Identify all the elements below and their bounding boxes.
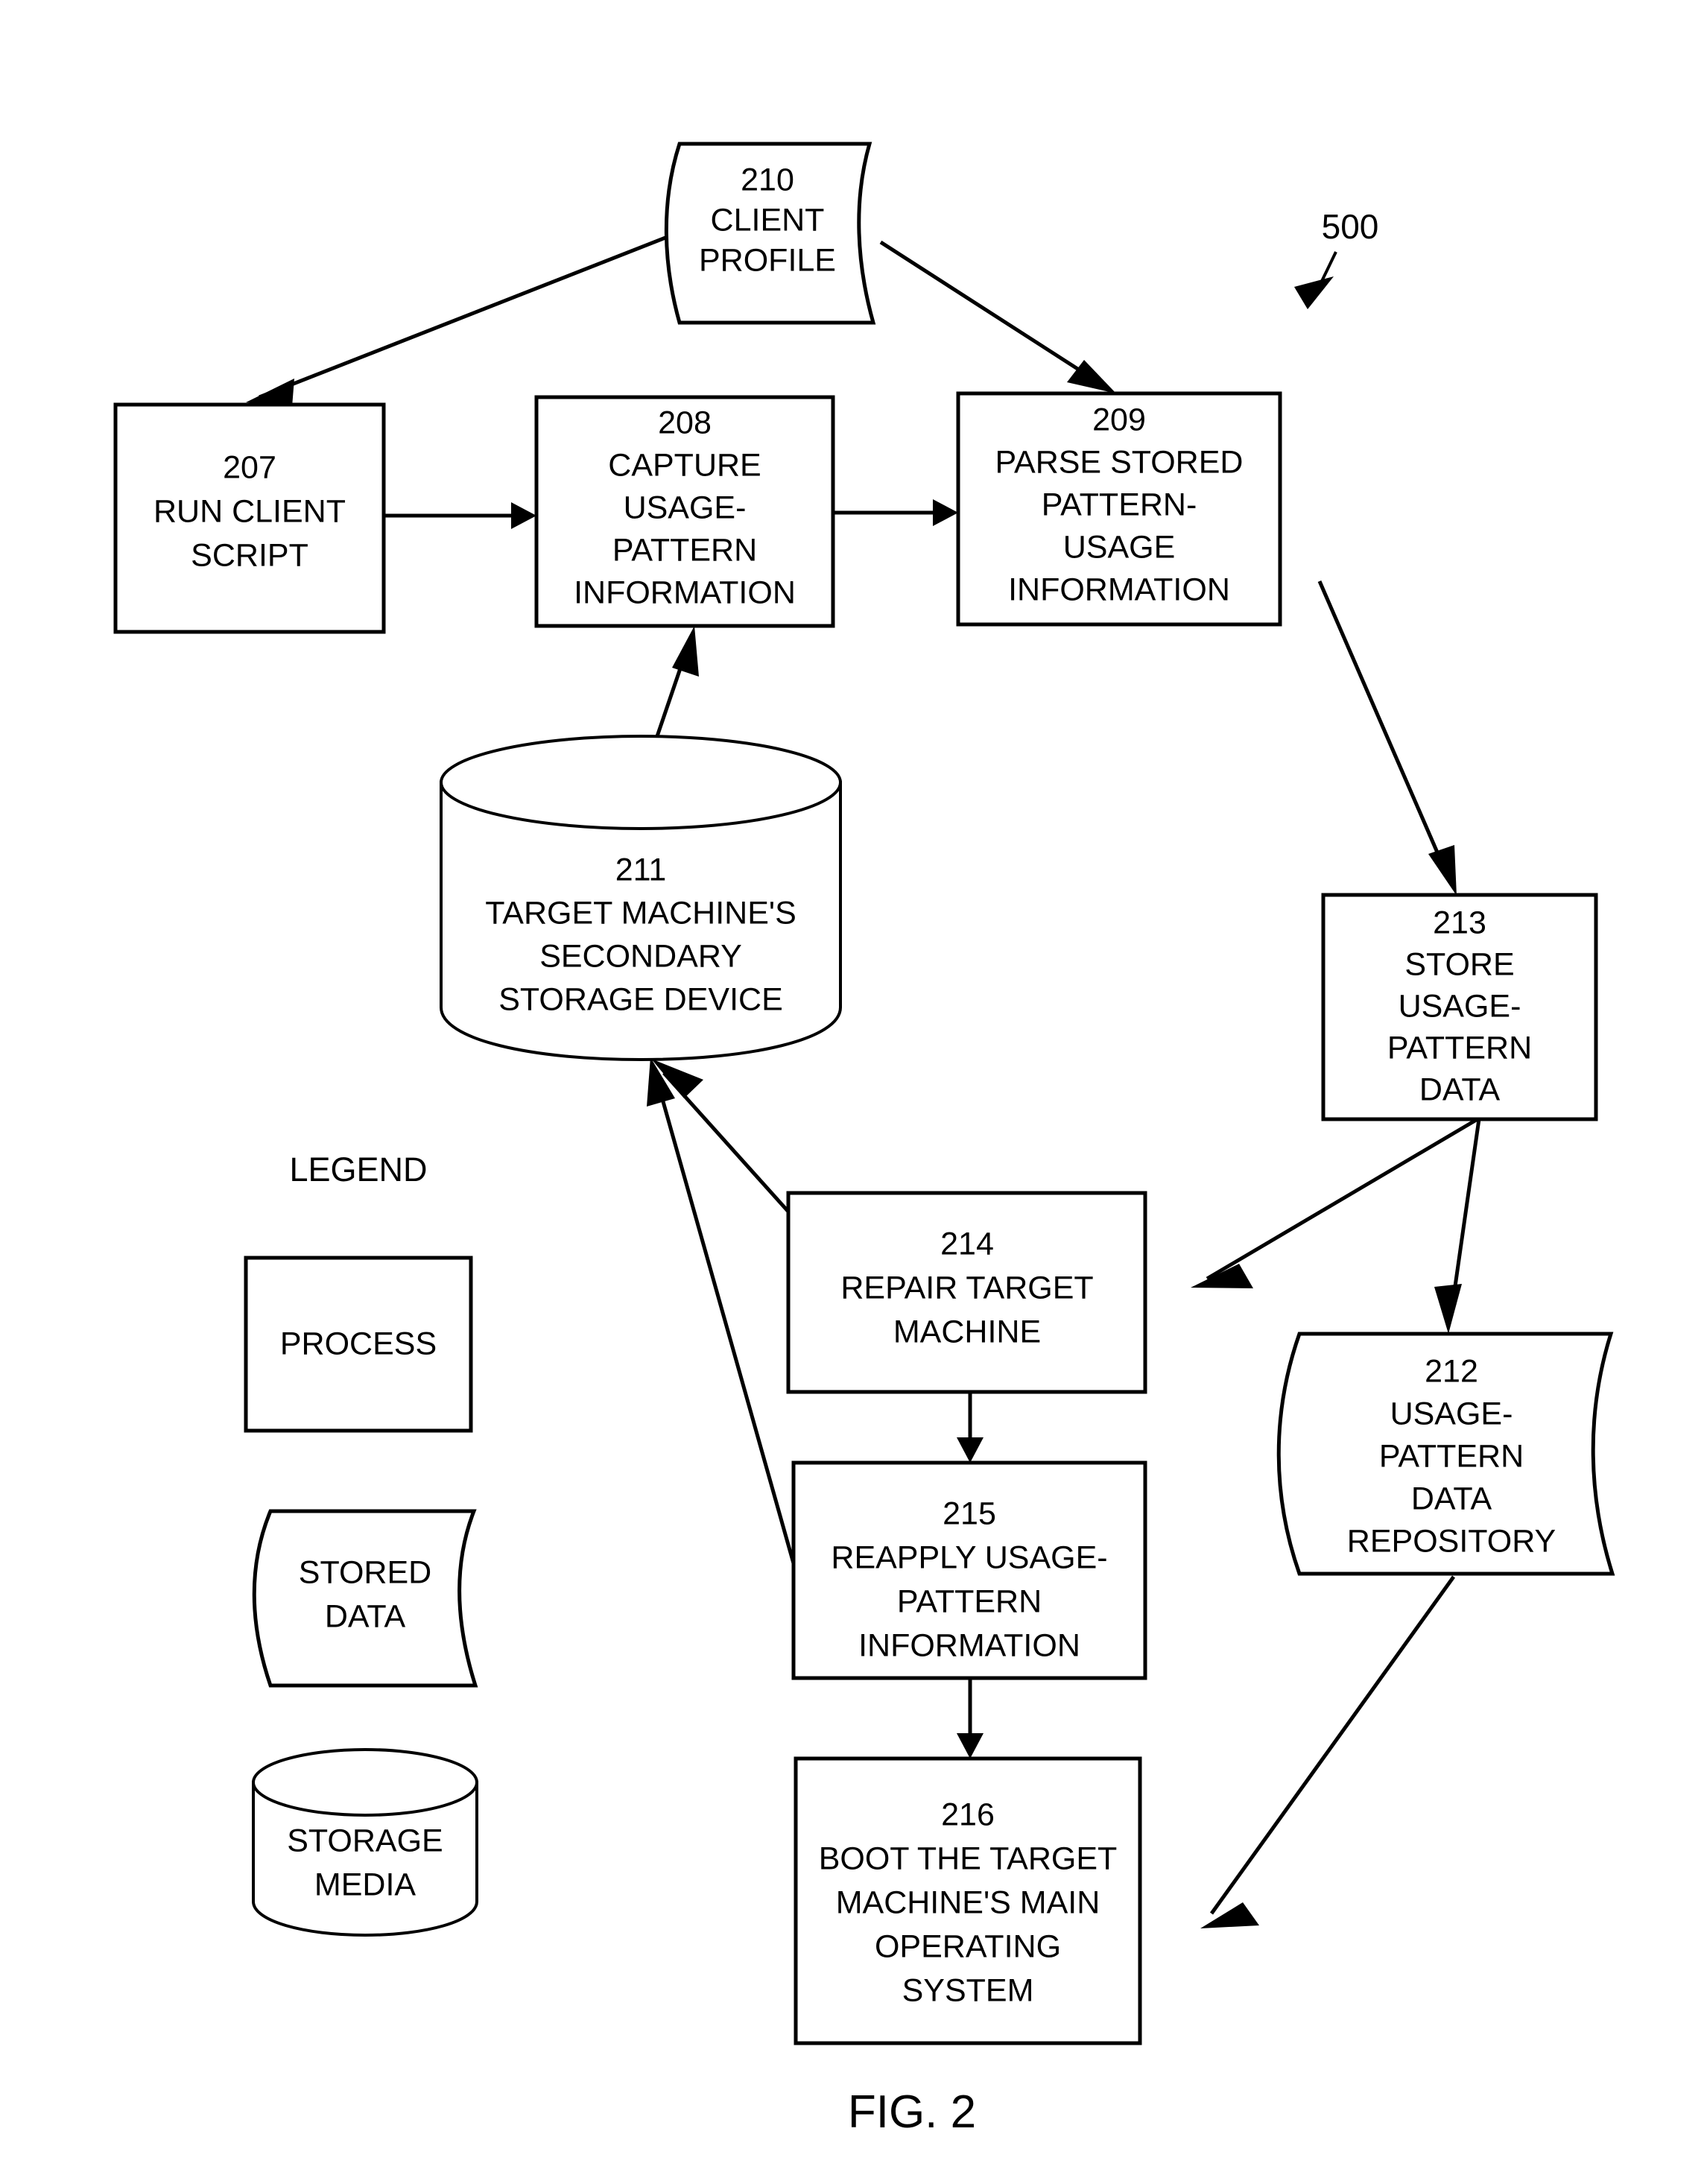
node-207-run-client-script[interactable]: 207 RUN CLIENT SCRIPT	[113, 402, 386, 634]
node-212-line1: USAGE-	[1390, 1396, 1513, 1431]
node-211-line3: STORAGE DEVICE	[498, 981, 783, 1017]
node-208-line1: CAPTURE	[608, 447, 761, 483]
edge-213-to-212	[1434, 1118, 1481, 1334]
node-209-line4: INFORMATION	[1008, 572, 1230, 607]
node-213-line4: DATA	[1419, 1072, 1501, 1107]
patent-figure: 210 CLIENT PROFILE 207 RUN CLIENT SCRIPT…	[0, 0, 1704, 2184]
legend-item-storage-media: STORAGE MEDIA	[252, 1748, 478, 1937]
node-215-line3: INFORMATION	[858, 1627, 1080, 1663]
node-208-line3: PATTERN	[612, 532, 757, 568]
node-215-ref: 215	[943, 1495, 996, 1531]
node-211-target-machine-secondary-storage-device[interactable]: 211 TARGET MACHINE'S SECONDARY STORAGE D…	[440, 735, 842, 1062]
edge-212-to-216	[1200, 1575, 1456, 1928]
node-214-line1: REPAIR TARGET	[840, 1270, 1093, 1305]
node-209-line2: PATTERN-	[1042, 487, 1197, 522]
node-216-line3: OPERATING	[875, 1928, 1061, 1964]
node-213-line3: PATTERN	[1387, 1030, 1532, 1066]
node-214-repair-target-machine[interactable]: 214 REPAIR TARGET MACHINE	[786, 1191, 1147, 1394]
node-214-line2: MACHINE	[893, 1314, 1041, 1349]
system-reference-leader	[1294, 251, 1337, 309]
node-216-ref: 216	[941, 1797, 995, 1832]
legend-storage-media-label-line2: MEDIA	[314, 1867, 417, 1902]
edge-210-to-207	[246, 235, 666, 407]
node-216-line1: BOOT THE TARGET	[819, 1840, 1118, 1876]
node-210-line1: CLIENT	[711, 202, 825, 238]
legend-process-label: PROCESS	[280, 1326, 437, 1361]
node-215-reapply-usage-pattern-information[interactable]: 215 REAPPLY USAGE- PATTERN INFORMATION	[791, 1460, 1147, 1680]
node-209-ref: 209	[1092, 402, 1146, 437]
node-208-capture-usage-pattern-information[interactable]: 208 CAPTURE USAGE- PATTERN INFORMATION	[534, 395, 835, 628]
node-211-line1: TARGET MACHINE'S	[485, 895, 796, 931]
edge-214-to-215	[957, 1392, 984, 1463]
node-212-ref: 212	[1425, 1353, 1478, 1389]
system-reference-label: 500	[1322, 207, 1379, 246]
edge-207-to-208	[384, 502, 536, 529]
node-216-line2: MACHINE'S MAIN	[836, 1884, 1100, 1920]
node-209-parse-stored-pattern-usage-information[interactable]: 209 PARSE STORED PATTERN- USAGE INFORMAT…	[956, 391, 1282, 627]
node-213-line1: STORE	[1404, 946, 1514, 982]
legend: LEGEND PROCESS STORED DATA STORAGE MEDIA	[244, 1150, 478, 1937]
node-211-line2: SECONDARY	[539, 938, 742, 974]
node-210-client-profile[interactable]: 210 CLIENT PROFILE	[664, 142, 876, 325]
node-208-line4: INFORMATION	[574, 575, 796, 610]
node-208-ref: 208	[658, 405, 712, 440]
node-213-store-usage-pattern-data[interactable]: 213 STORE USAGE- PATTERN DATA	[1321, 893, 1598, 1121]
node-212-usage-pattern-data-repository[interactable]: 212 USAGE- PATTERN DATA REPOSITORY	[1276, 1332, 1615, 1576]
node-210-ref: 210	[741, 162, 794, 197]
node-213-ref: 213	[1433, 905, 1486, 940]
edge-213-to-214	[1191, 1117, 1479, 1288]
legend-storage-media-label-line1: STORAGE	[287, 1823, 443, 1858]
node-215-line2: PATTERN	[897, 1583, 1042, 1619]
node-212-line2: PATTERN	[1379, 1438, 1524, 1474]
node-214-ref: 214	[940, 1226, 994, 1262]
node-216-boot-target-machine-main-operating-system[interactable]: 216 BOOT THE TARGET MACHINE'S MAIN OPERA…	[794, 1756, 1142, 2045]
node-209-line1: PARSE STORED	[995, 444, 1244, 480]
edge-215-to-216	[957, 1678, 984, 1759]
node-213-line2: USAGE-	[1399, 988, 1521, 1024]
node-209-line3: USAGE	[1063, 529, 1176, 565]
flowchart-diagram: 210 CLIENT PROFILE 207 RUN CLIENT SCRIPT…	[113, 142, 1615, 2138]
node-212-line4: REPOSITORY	[1347, 1523, 1556, 1559]
node-207-line2: SCRIPT	[191, 537, 308, 573]
legend-title: LEGEND	[289, 1150, 427, 1188]
node-207-ref: 207	[223, 449, 276, 485]
node-216-line4: SYSTEM	[902, 1972, 1034, 2008]
node-211-ref: 211	[615, 852, 667, 887]
legend-stored-data-label-line1: STORED	[299, 1554, 431, 1590]
node-210-line2: PROFILE	[699, 242, 836, 278]
node-208-line2: USAGE-	[624, 490, 747, 525]
legend-item-process: PROCESS	[244, 1256, 473, 1433]
edge-209-to-213	[1317, 580, 1457, 896]
node-207-line1: RUN CLIENT	[153, 493, 346, 529]
edge-210-to-209	[879, 240, 1116, 393]
node-215-line1: REAPPLY USAGE-	[831, 1539, 1107, 1575]
legend-item-stored-data: STORED DATA	[252, 1509, 478, 1688]
node-212-line3: DATA	[1411, 1481, 1492, 1516]
figure-caption: FIG. 2	[848, 2086, 976, 2138]
edge-211-to-208	[655, 626, 699, 737]
legend-stored-data-label-line2: DATA	[325, 1598, 406, 1634]
edge-208-to-209	[833, 499, 958, 526]
